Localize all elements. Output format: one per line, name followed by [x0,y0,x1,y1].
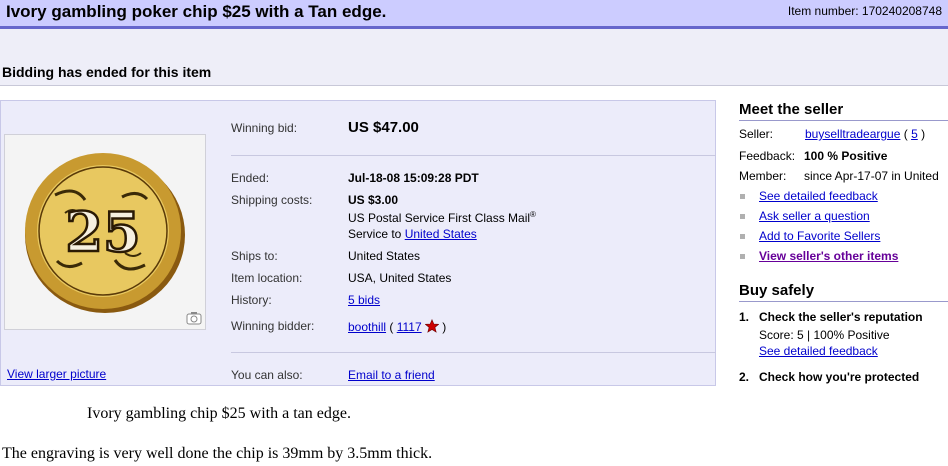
title-bar: Ivory gambling poker chip $25 with a Tan… [0,0,948,29]
page-title: Ivory gambling poker chip $25 with a Tan… [6,2,387,21]
seller-label: Seller: [739,127,774,141]
chip-denomination: 25 [65,200,140,264]
description-line-2: The engraving is very well done the chip… [2,445,433,462]
paren-open: ( [386,320,397,334]
seller-score-summary: Score: 5 | 100% Positive [759,328,890,342]
bullet-icon [740,234,745,239]
see-detailed-feedback-link-2[interactable]: See detailed feedback [759,344,878,358]
feedback-label: Feedback: [739,149,796,163]
member-label: Member: [739,169,787,183]
history-label: History: [231,293,272,307]
check-protection-title: Check how you're protected [759,370,920,384]
paren-open: ( [900,127,912,141]
member-value: since Apr-17-07 in United [804,169,939,183]
divider [231,352,716,353]
item-photo[interactable]: 25 [4,134,206,330]
view-larger-picture-link[interactable]: View larger picture [7,367,106,381]
ended-label: Ended: [231,171,270,185]
shipping-costs-value: US $3.00 [348,193,399,207]
winning-bidder-link[interactable]: boothill [348,320,386,334]
email-to-friend-link[interactable]: Email to a friend [348,368,435,382]
star-icon[interactable] [424,318,440,333]
ships-to-label: Ships to: [231,249,278,263]
winning-bidder-label: Winning bidder: [231,319,315,333]
winning-bid-label: Winning bid: [231,121,298,135]
item-number: Item number: 170240208748 [787,4,942,18]
shipping-costs-label: Shipping costs: [231,193,313,207]
shipping-service-text: US Postal Service First Class Mail [348,211,531,225]
status-bar: Bidding has ended for this item [0,29,948,86]
you-can-also-label: You can also: [231,368,303,382]
item-location-label: Item location: [231,271,303,285]
description-line-1: Ivory gambling chip $25 with a tan edge. [87,405,351,422]
bid-history-link[interactable]: 5 bids [348,293,380,307]
paren-close: ) [438,320,447,334]
bullet-icon [740,214,745,219]
item-location-value: USA, United States [348,271,452,285]
meet-the-seller-heading: Meet the seller [739,101,948,121]
step-number: 2. [739,370,750,384]
registered-mark: ® [530,210,536,219]
feedback-value: 100 % Positive [804,149,888,163]
seller-score-link[interactable]: 5 [911,127,918,141]
chip-image: 25 [5,135,205,329]
buy-safely-heading: Buy safely [739,282,948,302]
step-number: 1. [739,310,750,324]
winning-bidder-score-link[interactable]: 1117 [397,320,422,334]
check-reputation-title: Check the seller's reputation [759,310,923,324]
seller-info: buyselltradeargue ( 5 ) [805,127,925,141]
winning-bid-value: US $47.00 [348,119,419,136]
enlarge-photo-icon[interactable] [186,311,202,325]
winning-bidder: boothill ( 1117 ) [348,318,447,334]
ended-value: Jul-18-08 15:09:28 PDT [348,171,479,185]
bullet-icon [740,254,745,259]
ask-seller-question-link[interactable]: Ask seller a question [759,209,870,223]
ships-to-value: United States [348,249,421,263]
service-to: Service to United States [348,227,477,241]
see-detailed-feedback-link[interactable]: See detailed feedback [759,189,878,203]
paren-close: ) [917,127,926,141]
shipping-service: US Postal Service First Class Mail® [348,210,536,225]
service-to-text: Service to [348,227,405,241]
bidding-ended-message: Bidding has ended for this item [2,64,212,80]
divider [231,155,716,156]
bullet-icon [740,194,745,199]
add-favorite-sellers-link[interactable]: Add to Favorite Sellers [759,229,880,243]
service-to-link[interactable]: United States [405,227,477,241]
seller-name-link[interactable]: buyselltradeargue [805,127,900,141]
view-other-items-link[interactable]: View seller's other items [759,249,898,263]
